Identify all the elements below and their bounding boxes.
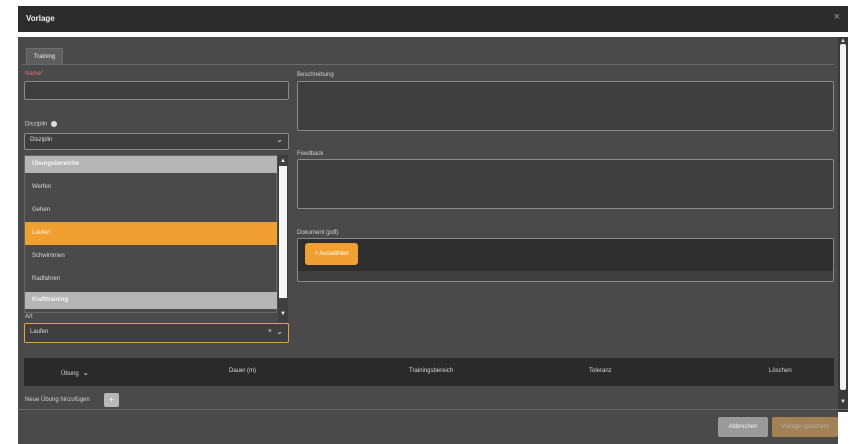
dropdown-group-header: Krafttraining xyxy=(25,292,277,309)
dropdown-scroll-down-icon[interactable]: ▼ xyxy=(278,310,288,319)
close-icon[interactable]: × xyxy=(834,11,840,23)
tab-divider xyxy=(22,64,834,65)
footer-divider xyxy=(18,409,848,410)
name-label: Name* xyxy=(25,71,44,77)
document-field xyxy=(297,238,834,282)
discipline-label-text: Disziplin xyxy=(25,121,48,128)
cancel-button[interactable]: Abbrechen xyxy=(718,417,768,437)
art-dropdown-list: Übungsbereiche Werfen Gehen Laufen Schwi… xyxy=(24,155,277,313)
description-label: Beschreibung xyxy=(297,72,334,78)
column-header-label: Übung xyxy=(61,371,79,377)
info-icon xyxy=(51,121,58,127)
discipline-select[interactable]: Disziplin ⌄ xyxy=(24,133,289,150)
clear-icon[interactable]: × xyxy=(268,328,272,335)
dropdown-scroll-up-icon[interactable]: ▲ xyxy=(278,157,288,166)
document-upload-area xyxy=(298,239,833,271)
dropdown-option[interactable]: Gehen xyxy=(25,199,277,222)
name-input[interactable] xyxy=(24,81,289,100)
dropdown-option[interactable]: Radfahren xyxy=(25,268,277,291)
column-header-exercise[interactable]: Übung ⌄ xyxy=(61,368,89,377)
column-header-duration: Dauer (m) xyxy=(229,368,257,374)
dropdown-option[interactable]: Werfen xyxy=(25,176,277,199)
chevron-down-icon: ⌄ xyxy=(82,368,90,377)
column-header-tolerance: Toleranz xyxy=(589,368,612,374)
dropdown-option-selected[interactable]: Laufen xyxy=(25,222,277,245)
chevron-down-icon: ⌄ xyxy=(276,135,283,144)
dropdown-scrollbar-thumb[interactable] xyxy=(279,166,287,298)
column-header-training-area: Trainingsbereich xyxy=(409,368,454,374)
art-select[interactable]: Laufen × ⌄ xyxy=(24,323,289,343)
add-exercise-button[interactable]: + xyxy=(104,393,119,407)
dropdown-option[interactable]: Schwimmen xyxy=(25,245,277,268)
art-label: Art xyxy=(25,314,33,320)
dropdown-group-header: Übungsbereiche xyxy=(25,156,277,173)
add-exercise-label: Neue Übung hinzufügen xyxy=(25,397,90,403)
document-label: Dokument (pdf) xyxy=(297,230,339,236)
dialog-title: Vorlage xyxy=(26,14,55,23)
chevron-down-icon: ⌄ xyxy=(276,327,283,336)
tab-training[interactable]: Training xyxy=(26,48,63,65)
discipline-select-value: Disziplin xyxy=(30,137,53,143)
discipline-label: Disziplin xyxy=(25,121,58,128)
feedback-label: Feedback xyxy=(297,151,324,157)
plus-icon: + xyxy=(109,395,114,404)
dialog-scrollbar-thumb[interactable] xyxy=(840,44,846,390)
description-textarea[interactable] xyxy=(297,81,834,131)
save-template-button[interactable]: Vorlage speichern xyxy=(772,417,838,437)
feedback-textarea[interactable] xyxy=(297,159,834,209)
art-select-value: Laufen xyxy=(30,329,49,335)
dialog-titlebar: Vorlage × xyxy=(18,6,848,32)
scroll-down-icon[interactable]: ▼ xyxy=(838,398,848,406)
column-header-delete: Löschen xyxy=(769,368,792,374)
select-file-button[interactable]: + Auswählen xyxy=(305,243,358,265)
exercise-table-header: Übung ⌄ Dauer (m) Trainingsbereich Toler… xyxy=(24,358,834,386)
